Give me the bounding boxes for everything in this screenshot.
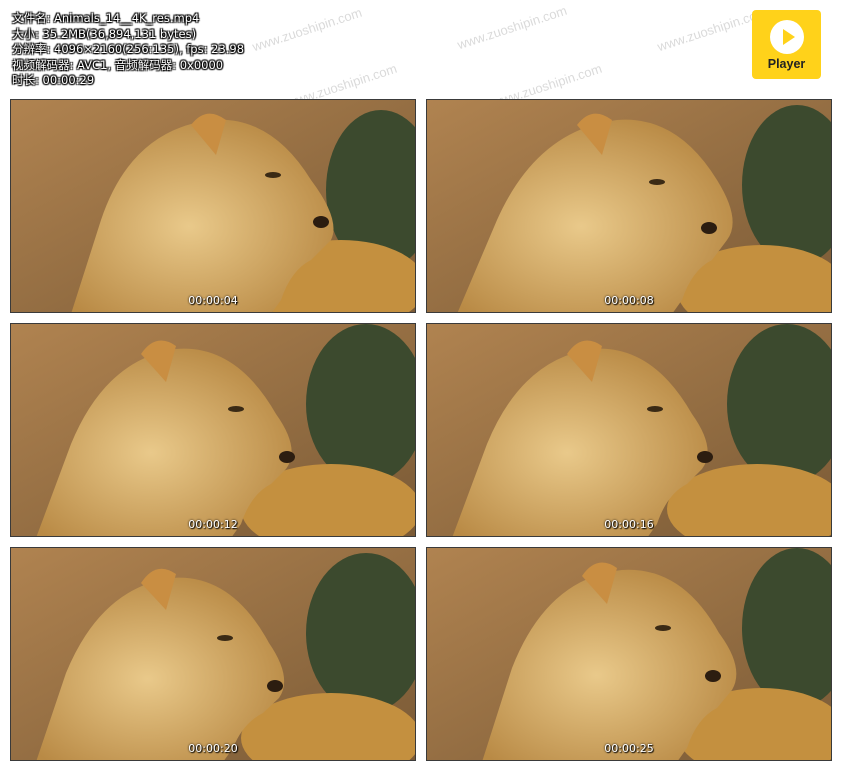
duration-line: 时长: 00:00:29 — [12, 73, 95, 87]
video-thumbnail[interactable]: 00:00:12 — [10, 323, 416, 537]
player-logo-label: Player — [767, 57, 806, 71]
thumbnail-timestamp: 00:00:08 — [604, 294, 654, 307]
size-line: 大小: 35.2MB(36,894,131 bytes) — [12, 26, 197, 41]
video-thumbnail[interactable]: 00:00:08 — [426, 99, 832, 313]
lioness-frame-image — [427, 548, 831, 760]
lioness-frame-image — [11, 548, 415, 760]
lioness-frame-image — [11, 324, 415, 536]
player-logo: Player — [752, 10, 821, 79]
thumbnail-timestamp: 00:00:25 — [604, 742, 654, 755]
thumbnail-timestamp: 00:00:12 — [188, 518, 238, 531]
thumbnail-timestamp: 00:00:20 — [188, 742, 238, 755]
lioness-frame-image — [427, 324, 831, 536]
lioness-frame-image — [427, 100, 831, 312]
watermark-text: www.zuoshipin.com — [455, 2, 569, 53]
lioness-frame-image — [11, 100, 415, 312]
play-icon — [770, 20, 804, 54]
watermark-text: www.zuoshipin.com — [250, 4, 364, 55]
thumbnail-timestamp: 00:00:16 — [604, 518, 654, 531]
video-thumbnail[interactable]: 00:00:25 — [426, 547, 832, 761]
video-thumbnail[interactable]: 00:00:20 — [10, 547, 416, 761]
codec-line: 视频解码器: AVC1, 音频解码器: 0x0000 — [12, 57, 224, 72]
filename-line: 文件名: Animals_14__4K_res.mp4 — [12, 11, 200, 25]
video-thumbnail[interactable]: 00:00:04 — [10, 99, 416, 313]
thumbnail-timestamp: 00:00:04 — [188, 294, 238, 307]
resolution-line: 分辨率: 4096×2160(256:135), fps: 23.98 — [12, 42, 245, 56]
video-thumbnail[interactable]: 00:00:16 — [426, 323, 832, 537]
file-info-panel: 文件名: Animals_14__4K_res.mp4 大小: 35.2MB(3… — [12, 11, 244, 89]
